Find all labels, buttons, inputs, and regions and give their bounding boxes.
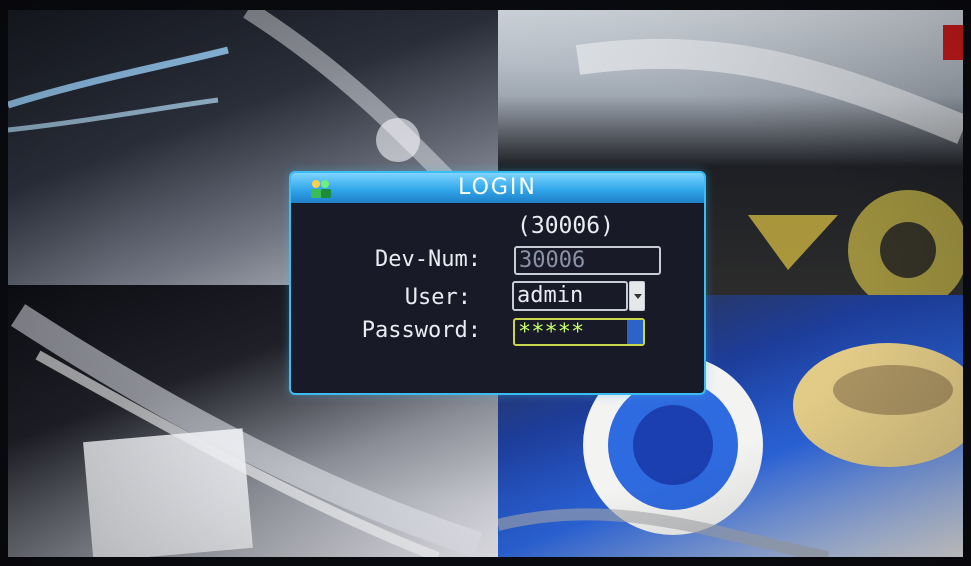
user-dropdown-button[interactable] (629, 281, 645, 311)
password-field[interactable]: ***** (513, 318, 645, 346)
dialog-title: LOGIN (458, 175, 537, 200)
dialog-title-bar: LOGIN (291, 173, 704, 203)
login-dialog: LOGIN (30006) Dev-Num: 30006 User: admin… (289, 171, 706, 395)
password-mask: ***** (518, 320, 585, 345)
user-label: User: (404, 285, 471, 310)
dev-num-label: Dev-Num: (375, 247, 481, 272)
user-select[interactable]: admin (512, 281, 628, 311)
dev-num-field[interactable]: 30006 (514, 246, 661, 275)
chevron-down-icon (634, 294, 642, 299)
device-id-display: (30006) (517, 213, 614, 239)
password-cursor-highlight (627, 320, 643, 344)
password-label: Password: (361, 318, 481, 343)
